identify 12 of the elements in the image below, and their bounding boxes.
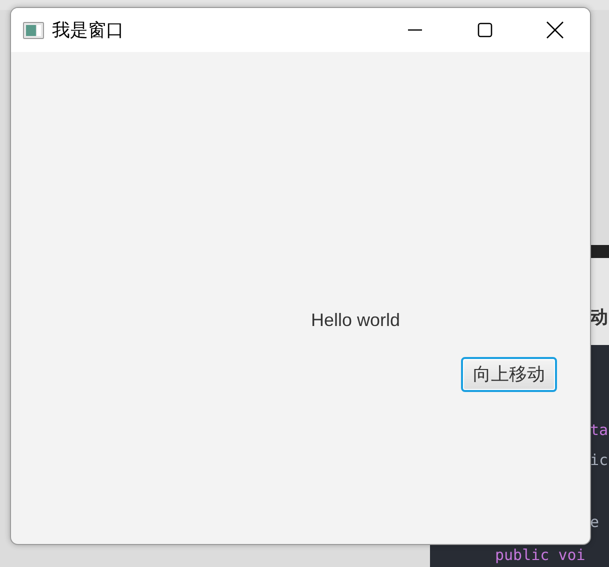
code-line: e (590, 515, 600, 530)
code-line: ta (590, 423, 608, 438)
window-title: 我是窗口 (52, 18, 124, 42)
hello-label: Hello world (311, 309, 400, 332)
minimize-icon (407, 29, 423, 31)
app-icon (23, 22, 44, 38)
maximize-icon (477, 22, 493, 38)
move-up-button[interactable]: 向上移动 (461, 357, 557, 392)
heading-text: 动 (590, 308, 608, 326)
code-line: ic (590, 453, 608, 468)
code-line: public voi (495, 548, 586, 563)
close-icon (546, 21, 564, 39)
